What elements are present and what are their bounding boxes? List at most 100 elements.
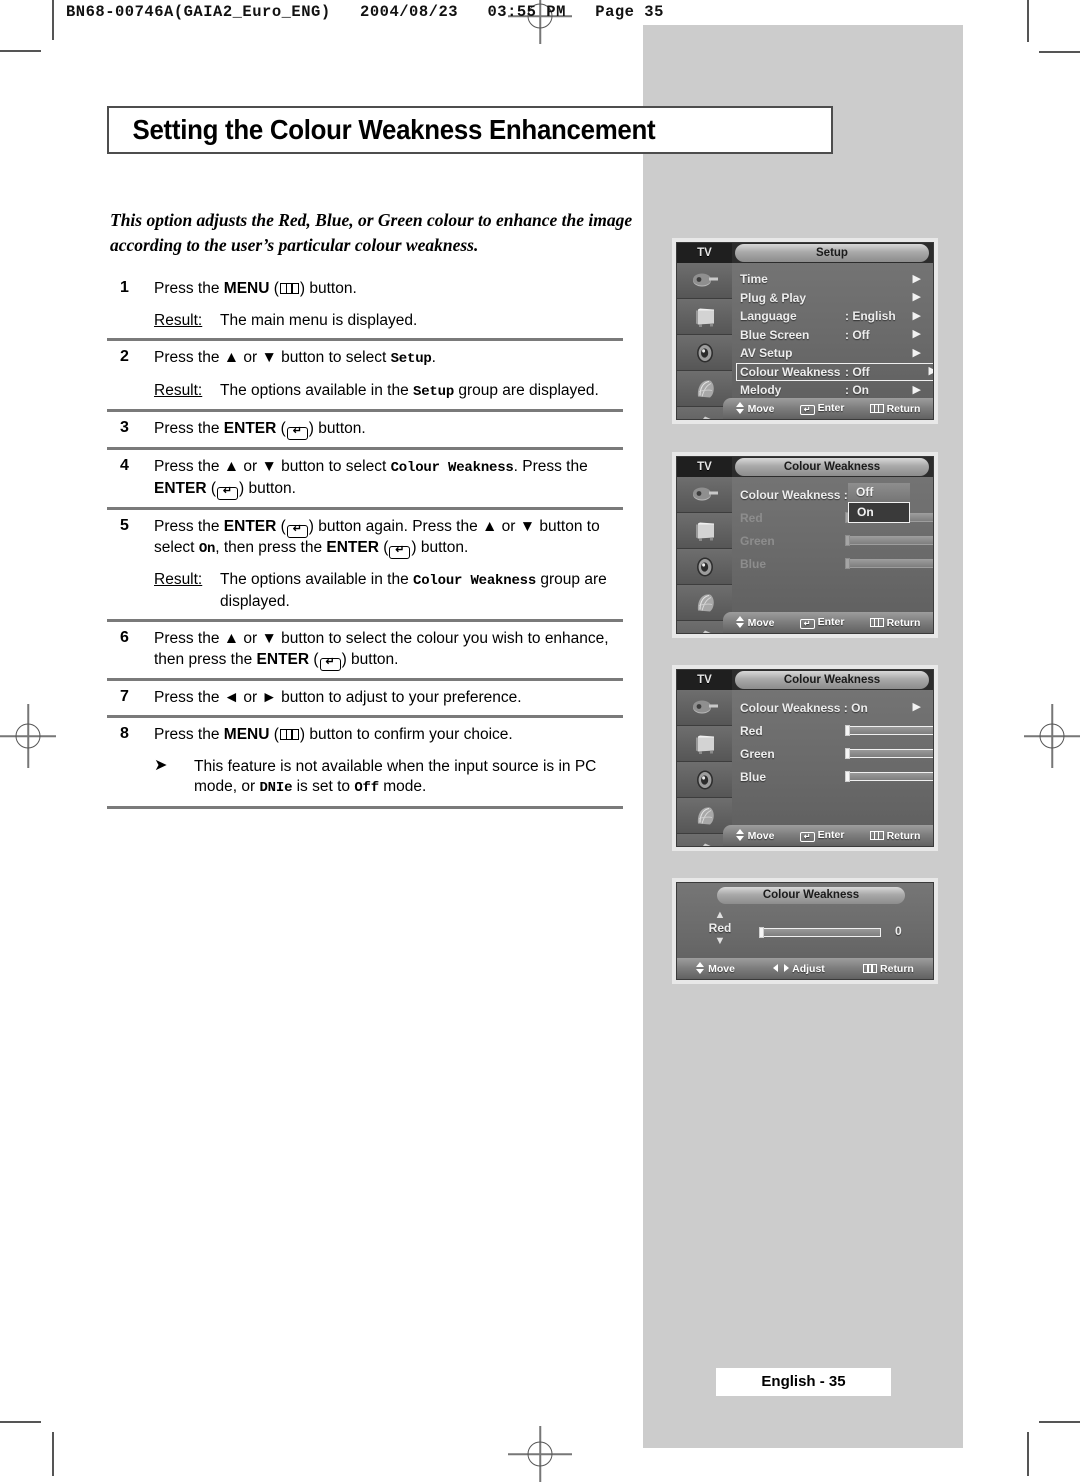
speaker-icon: [690, 556, 720, 577]
menu-item-colour-weakness-state[interactable]: Colour Weakness : On ▶: [740, 698, 927, 717]
step-body: Press the ▲ or ▼ button to select Setup.…: [154, 348, 623, 402]
osd-colour-weakness-on-menu[interactable]: TV Colour Weakness Colour Weakness : On …: [672, 665, 938, 851]
adjust-colour-selector[interactable]: ▲ Red ▼: [701, 910, 739, 947]
slider-label: Blue: [740, 769, 767, 784]
menu-item-colour-weakness[interactable]: Colour Weakness : Off ▶: [736, 362, 933, 381]
osd-colour-weakness-adjust-bar[interactable]: Colour Weakness ▲ Red ▼ 0 Move Adjust Re…: [672, 878, 938, 984]
slider-blue[interactable]: [845, 558, 933, 569]
menu-item-time[interactable]: Time ▶: [740, 271, 927, 288]
footer-move[interactable]: Move: [735, 829, 774, 842]
registration-mark-left: [0, 704, 56, 768]
osd-setup-menu[interactable]: TV Setup Time ▶ Plug & Play ▶ Language:…: [672, 238, 938, 424]
slider-knob[interactable]: [845, 535, 850, 546]
step-text-post: button to confirm your choice.: [305, 726, 513, 743]
result-text-pre: The options available in the: [220, 571, 414, 588]
slider-row-green[interactable]: Green 0: [740, 744, 933, 763]
menu-button-label: MENU: [223, 726, 270, 743]
menu-item-melody[interactable]: Melody : On ▶: [740, 382, 927, 399]
menu-item-label: Plug & Play: [740, 290, 807, 305]
footer-move[interactable]: Move: [735, 402, 774, 415]
step-5: 5 Press the ENTER (↵) button again. Pres…: [107, 510, 623, 620]
slider-knob[interactable]: [845, 725, 850, 736]
step-body: Press the ▲ or ▼ button to select the co…: [154, 629, 623, 671]
sidebar-icon-picture[interactable]: [677, 299, 732, 335]
footer-move[interactable]: Move: [696, 962, 735, 975]
step-number: 8: [120, 725, 129, 742]
footer-return[interactable]: Return: [869, 617, 920, 629]
chevron-right-icon: ▶: [912, 328, 921, 341]
up-down-arrows-icon: [735, 616, 745, 628]
menu-item-av-setup[interactable]: AV Setup ▶: [740, 345, 927, 362]
slider-row-green[interactable]: Green 0: [740, 531, 933, 550]
step-number: 1: [120, 279, 129, 296]
footer-return[interactable]: Return: [869, 830, 920, 842]
page-footer-badge: English - 35: [716, 1368, 891, 1396]
sidebar-icon-sound[interactable]: [677, 335, 732, 371]
footer-move[interactable]: Move: [735, 616, 774, 629]
menu-item-label: Colour Weakness :: [740, 487, 848, 502]
slider-label-selected[interactable]: Red: [740, 723, 763, 739]
slider-knob[interactable]: [759, 927, 764, 938]
footer-enter[interactable]: ↵ Enter: [799, 616, 844, 629]
slider-green[interactable]: [845, 748, 933, 759]
slider-blue[interactable]: [845, 771, 933, 782]
osd-sidebar: [677, 477, 732, 633]
menu-item-plug-and-play[interactable]: Plug & Play ▶: [740, 290, 927, 307]
step-body: Press the ▲ or ▼ button to select Colour…: [154, 457, 623, 500]
osd-source-label: TV: [677, 243, 732, 263]
step-text: Press the: [154, 280, 224, 297]
menu-item-blue-screen[interactable]: Blue Screen : Off ▶: [740, 327, 927, 344]
sidebar-icon-input[interactable]: [677, 690, 732, 726]
slider-label: Blue: [740, 556, 767, 571]
footer-adjust[interactable]: Adjust: [773, 963, 825, 975]
slider-knob[interactable]: [845, 771, 850, 782]
dropdown-option-on[interactable]: On: [848, 502, 910, 523]
crop-mark-top-right-horizontal: [1039, 51, 1080, 53]
result-text-post: group are displayed.: [454, 381, 599, 399]
sidebar-icon-sound[interactable]: [677, 762, 732, 798]
osd-sidebar: [677, 263, 732, 419]
slider-row-blue[interactable]: Blue 0: [740, 767, 933, 786]
adjust-label: Red: [708, 921, 732, 935]
up-arrow-icon[interactable]: ▲: [701, 910, 739, 921]
footer-enter[interactable]: ↵ Enter: [799, 829, 844, 842]
step-text-mid: . Press the: [513, 458, 588, 475]
footer-return[interactable]: Return: [863, 963, 914, 975]
slider-green[interactable]: [845, 535, 933, 546]
sidebar-icon-picture[interactable]: [677, 726, 732, 762]
note-text-post: mode.: [378, 778, 427, 795]
slider-red[interactable]: [845, 725, 933, 736]
footer-enter[interactable]: ↵ Enter: [799, 402, 844, 415]
chevron-right-icon: ▶: [912, 383, 921, 396]
sidebar-icon-input[interactable]: [677, 477, 732, 513]
step-8: 8 Press the MENU () button to confirm yo…: [107, 718, 623, 806]
sidebar-icon-input[interactable]: [677, 263, 732, 299]
step-text-post: button.: [244, 479, 296, 497]
slider-knob[interactable]: [845, 748, 850, 759]
enter-icon: ↵: [799, 619, 815, 629]
osd-footer-bar: Move ↵ Enter Return: [723, 612, 933, 633]
step-2: 2 Press the ▲ or ▼ button to select Setu…: [107, 341, 623, 409]
enter-icon: ↵: [319, 656, 341, 671]
dropdown-option-off[interactable]: Off: [848, 483, 910, 502]
slider-row-red[interactable]: Red 0: [740, 721, 933, 740]
step-text: Press the ◄ or ► button to adjust to you…: [154, 688, 522, 706]
slider-knob[interactable]: [845, 558, 850, 569]
menu-item-language[interactable]: Language : English ▶: [740, 308, 927, 325]
down-arrow-icon[interactable]: ▼: [701, 936, 739, 947]
sidebar-icon-sound[interactable]: [677, 549, 732, 585]
sidebar-icon-picture[interactable]: [677, 513, 732, 549]
enter-icon: ↵: [799, 832, 815, 842]
slider-row-blue[interactable]: Blue 0: [740, 554, 933, 573]
menu-item-label: Time: [740, 272, 768, 287]
osd-colour-weakness-dropdown-menu[interactable]: TV Colour Weakness Colour Weakness : Red: [672, 452, 938, 638]
crop-mark-bottom-right-vertical: [1027, 1432, 1029, 1476]
adjust-slider[interactable]: [759, 927, 881, 938]
menu-icon: [279, 283, 299, 294]
colour-weakness-dropdown[interactable]: Off On: [848, 483, 910, 523]
speaker-icon: [690, 342, 720, 363]
up-down-arrows-icon: [735, 829, 745, 841]
menu-item-label: Language: [740, 309, 797, 324]
adjust-value: 0: [895, 924, 902, 938]
footer-return[interactable]: Return: [869, 403, 920, 415]
